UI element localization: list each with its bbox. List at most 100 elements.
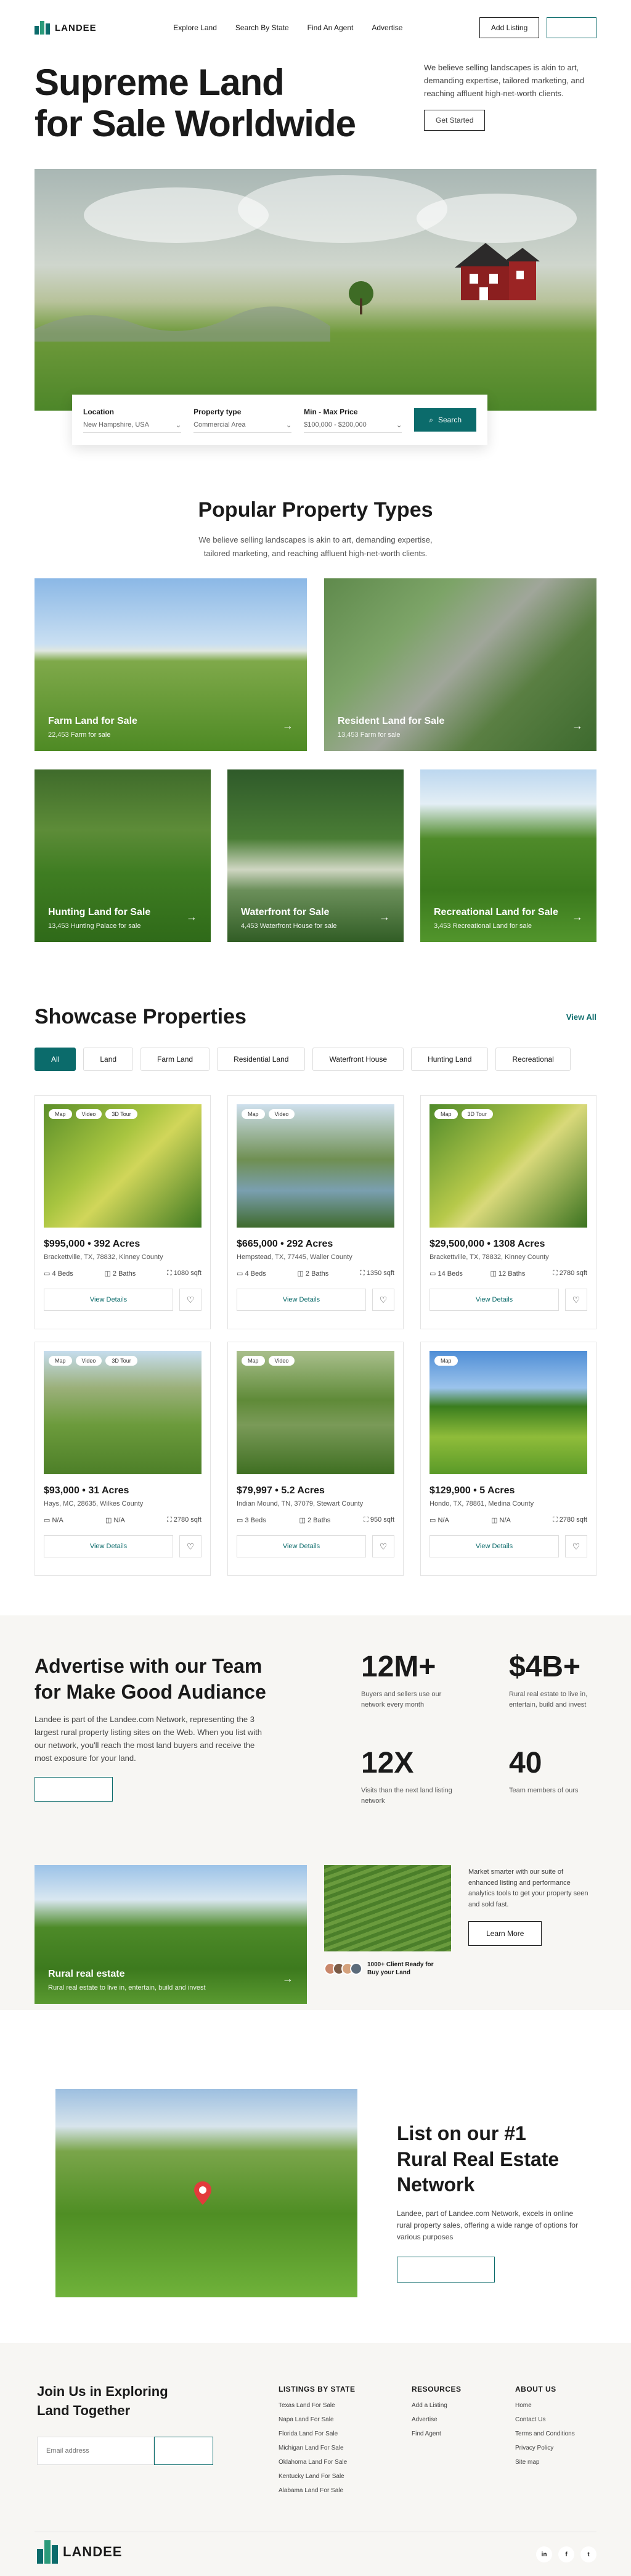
view-details-button[interactable]: View Details [429,1535,559,1557]
footer-link[interactable]: Florida Land For Sale [279,2430,356,2437]
heart-icon[interactable]: ♡ [372,1289,394,1311]
property-card[interactable]: Map Video $79,997 • 5.2 Acres Indian Moun… [227,1342,404,1576]
facebook-icon[interactable]: f [558,2546,574,2562]
footer-link[interactable]: Add a Listing [412,2402,462,2409]
type-name: Recreational Land for Sale [434,907,558,917]
search-icon: ⌕ [429,415,433,424]
media-tag[interactable]: 3D Tour [461,1109,493,1119]
footer-link[interactable]: Napa Land For Sale [279,2416,356,2423]
property-photo[interactable]: Map Video [237,1351,394,1474]
media-tag[interactable]: Video [268,1109,295,1119]
media-tag[interactable]: Video [268,1356,295,1366]
property-type-waterfront[interactable]: Waterfront for Sale 4,453 Waterfront Hous… [227,769,404,942]
footer-link[interactable]: Home [515,2402,575,2409]
media-tag[interactable]: 3D Tour [105,1356,137,1366]
property-card[interactable]: Map Video 3D Tour $995,000 • 392 Acres Bra… [35,1095,211,1329]
footer-link[interactable]: Kentucky Land For Sale [279,2473,356,2480]
property-photo[interactable]: Map 3D Tour [429,1104,587,1228]
footer-link[interactable]: Site map [515,2459,575,2466]
filter-recreational[interactable]: Recreational [495,1048,571,1071]
filter-all[interactable]: All [35,1048,76,1071]
property-card[interactable]: Map 3D Tour $29,500,000 • 1308 Acres Brac… [420,1095,596,1329]
footer-link[interactable]: Terms and Conditions [515,2430,575,2437]
advertise-get-started-button[interactable]: Get Started [35,1777,113,1802]
footer-link[interactable]: Michigan Land For Sale [279,2445,356,2451]
heart-icon[interactable]: ♡ [565,1535,587,1557]
beds-value: 4 Beds [245,1270,266,1278]
logo-icon [35,21,50,35]
media-tag[interactable]: 3D Tour [105,1109,137,1119]
property-photo[interactable]: Map Video 3D Tour [44,1351,202,1474]
filter-land[interactable]: Land [83,1048,134,1071]
property-photo[interactable]: Map Video 3D Tour [44,1104,202,1228]
stat-value: $4B+ [509,1651,581,1683]
view-details-button[interactable]: View Details [237,1535,366,1557]
hero-get-started-button[interactable]: Get Started [424,110,486,131]
footer-link[interactable]: Privacy Policy [515,2445,575,2451]
footer-link[interactable]: Find Agent [412,2430,462,2437]
footer-link[interactable]: Texas Land For Sale [279,2402,356,2409]
property-card[interactable]: Map Video $665,000 • 292 Acres Hempstead,… [227,1095,404,1329]
property-photo[interactable]: Map [429,1351,587,1474]
media-tag[interactable]: Map [49,1356,72,1366]
property-type-hunting[interactable]: Hunting Land for Sale 13,453 Hunting Pala… [35,769,211,942]
logo[interactable]: LANDEE [35,21,97,35]
property-type-farm[interactable]: Farm Land for Sale 22,453 Farm for sale → [35,578,307,751]
learn-more-button[interactable]: Learn More [468,1921,542,1946]
search-button[interactable]: ⌕ Search [414,408,476,432]
view-details-button[interactable]: View Details [44,1289,173,1311]
footer-link[interactable]: Oklahoma Land For Sale [279,2459,356,2466]
heart-icon[interactable]: ♡ [179,1535,202,1557]
media-tag[interactable]: Map [434,1356,458,1366]
media-tag[interactable]: Video [75,1109,102,1119]
advertise-section: Advertise with our Team for Make Good Au… [0,1615,631,2010]
footer-link[interactable]: Advertise [412,2416,462,2423]
filter-hunting-land[interactable]: Hunting Land [411,1048,489,1071]
price-field[interactable]: Min - Max Price $100,000 - $200,000 ⌄ [304,408,402,433]
twitter-icon[interactable]: t [580,2546,596,2562]
arrow-right-icon: → [186,911,197,923]
baths-value: 12 Baths [498,1270,526,1278]
submit-button[interactable]: Submit [154,2437,213,2465]
card-actions: View Details ♡ [429,1289,587,1311]
heart-icon[interactable]: ♡ [565,1289,587,1311]
add-listing-button[interactable]: Add Listing [479,17,540,38]
linkedin-icon[interactable]: in [536,2546,552,2562]
footer-link[interactable]: Contact Us [515,2416,575,2423]
location-field[interactable]: Location New Hampshire, USA ⌄ [83,407,182,433]
media-tag[interactable]: Map [242,1356,265,1366]
nav-find-agent[interactable]: Find An Agent [307,23,354,32]
property-type-recreational[interactable]: Recreational Land for Sale 3,453 Recreati… [420,769,596,942]
property-card[interactable]: Map $129,900 • 5 Acres Hondo, TX, 78861,… [420,1342,596,1576]
type-name: Resident Land for Sale [338,716,445,726]
vineyard-image [324,1865,451,1951]
media-tag[interactable]: Map [242,1109,265,1119]
view-details-button[interactable]: View Details [429,1289,559,1311]
email-input[interactable] [37,2437,154,2465]
media-tag[interactable]: Map [49,1109,72,1119]
footer-col-title: RESOURCES [412,2385,462,2393]
media-tag[interactable]: Map [434,1109,458,1119]
media-tag[interactable]: Video [75,1356,102,1366]
nav-explore-land[interactable]: Explore Land [173,23,217,32]
property-type-field[interactable]: Property type Commercial Area ⌄ [193,408,292,433]
nav-advertise[interactable]: Advertise [372,23,402,32]
view-details-button[interactable]: View Details [237,1289,366,1311]
rural-real-estate-card[interactable]: Rural real estate Rural real estate to li… [35,1865,307,2004]
footer-link[interactable]: Alabama Land For Sale [279,2487,356,2494]
view-all-link[interactable]: View All [566,1012,596,1022]
footer-logo[interactable]: LANDEE [37,2540,122,2564]
heart-icon[interactable]: ♡ [372,1535,394,1557]
heart-icon[interactable]: ♡ [179,1289,202,1311]
filter-residential-land[interactable]: Residential Land [217,1048,306,1071]
post-listing-button[interactable]: Post your Listing [397,2257,495,2283]
property-photo[interactable]: Map Video [237,1104,394,1228]
location-label: Location [83,407,114,416]
nav-search-by-state[interactable]: Search By State [235,23,289,32]
view-details-button[interactable]: View Details [44,1535,173,1557]
property-type-resident[interactable]: Resident Land for Sale 13,453 Farm for sa… [324,578,596,751]
property-card[interactable]: Map Video 3D Tour $93,000 • 31 Acres Hays,… [35,1342,211,1576]
sign-up-button[interactable]: Sign Up [547,17,596,38]
filter-farm-land[interactable]: Farm Land [140,1048,210,1071]
filter-waterfront-house[interactable]: Waterfront House [312,1048,404,1071]
